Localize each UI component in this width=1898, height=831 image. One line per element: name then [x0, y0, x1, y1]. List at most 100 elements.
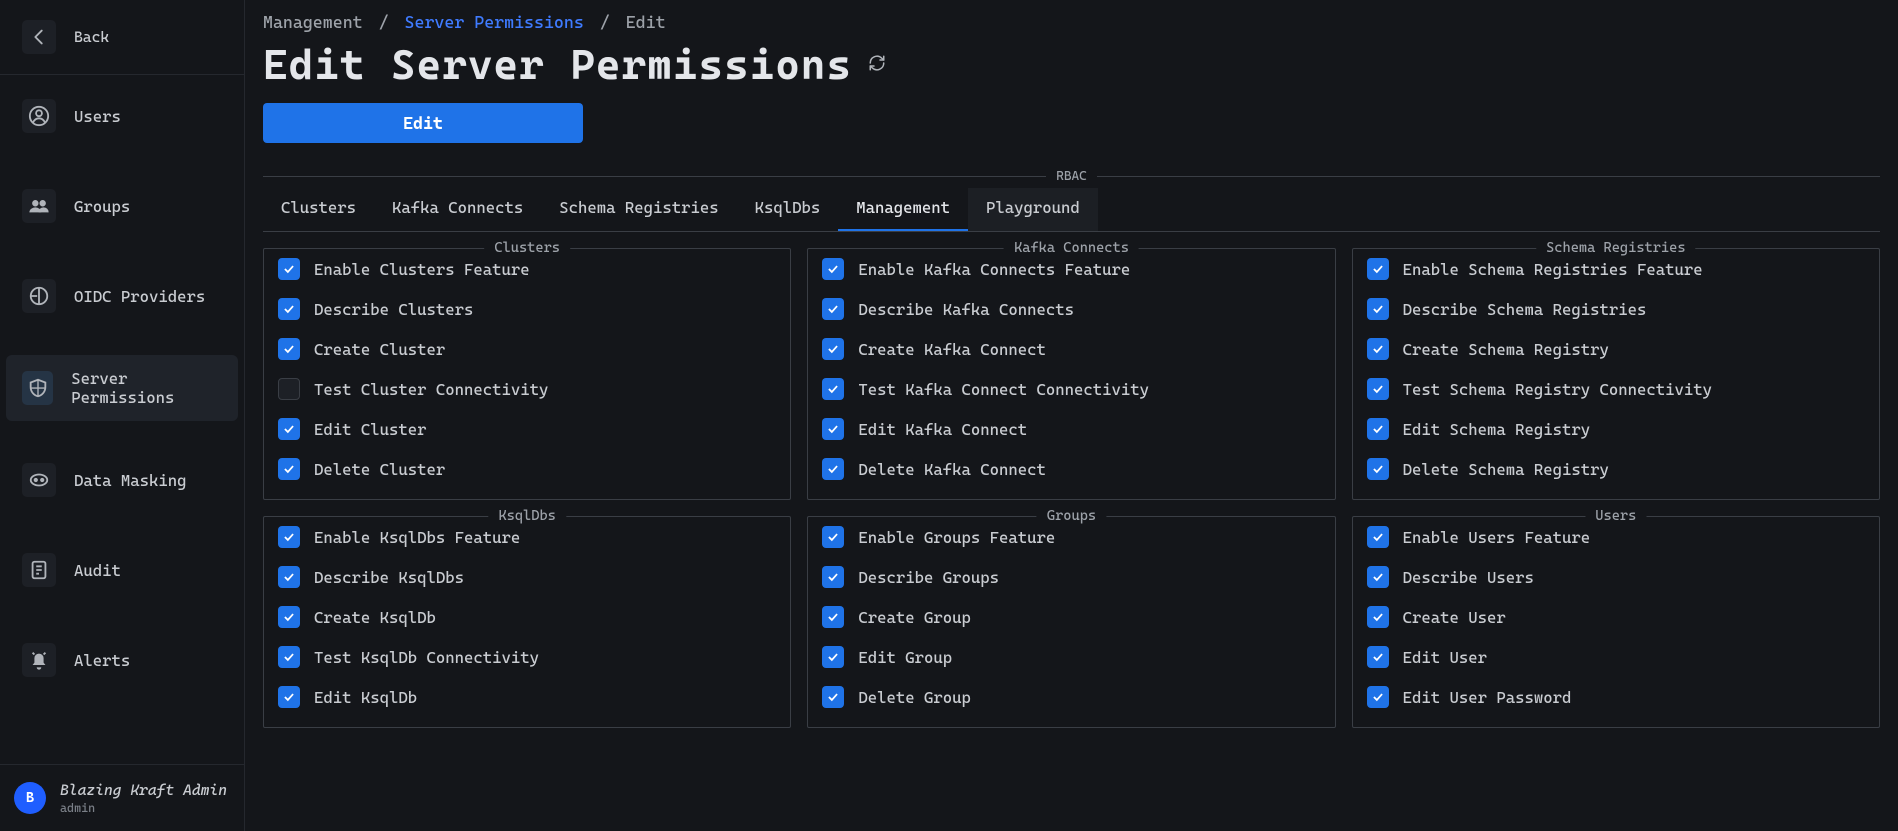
permission-group-ksqldbs: KsqlDbsEnable KsqlDbs FeatureDescribe Ks… [263, 516, 791, 728]
sidebar-item-groups[interactable]: Groups [6, 175, 238, 237]
permission-label: Edit User [1403, 648, 1487, 667]
permission-row[interactable]: Test Kafka Connect Connectivity [822, 369, 1320, 409]
permission-row[interactable]: Create Schema Registry [1367, 329, 1865, 369]
permission-label: Create Kafka Connect [858, 340, 1046, 359]
refresh-icon[interactable] [868, 54, 886, 76]
users-group-icon [22, 189, 56, 223]
checkbox[interactable] [278, 526, 300, 548]
checkbox[interactable] [822, 298, 844, 320]
checkbox[interactable] [1367, 686, 1389, 708]
checkbox[interactable] [278, 338, 300, 360]
sidebar-item-users[interactable]: Users [6, 85, 238, 147]
permission-row[interactable]: Test Cluster Connectivity [278, 369, 776, 409]
sidebar-item-alerts[interactable]: Alerts [6, 629, 238, 691]
permission-label: Enable Kafka Connects Feature [858, 260, 1130, 279]
checkbox[interactable] [1367, 418, 1389, 440]
breadcrumb-link[interactable]: Server Permissions [405, 12, 584, 32]
permission-label: Delete Cluster [314, 460, 445, 479]
checkbox[interactable] [1367, 566, 1389, 588]
permission-row[interactable]: Describe KsqlDbs [278, 557, 776, 597]
checkbox[interactable] [278, 458, 300, 480]
tab-management[interactable]: Management [838, 188, 968, 231]
permission-row[interactable]: Test Schema Registry Connectivity [1367, 369, 1865, 409]
permission-row[interactable]: Create User [1367, 597, 1865, 637]
checkbox[interactable] [278, 646, 300, 668]
back-button[interactable]: Back [0, 0, 244, 75]
sidebar-item-server-permissions[interactable]: Server Permissions [6, 355, 238, 421]
permission-label: Enable Clusters Feature [314, 260, 530, 279]
checkbox[interactable] [822, 418, 844, 440]
permission-row[interactable]: Delete Kafka Connect [822, 449, 1320, 489]
checkbox[interactable] [1367, 646, 1389, 668]
checkbox[interactable] [1367, 378, 1389, 400]
sidebar-item-oidc-providers[interactable]: OIDC Providers [6, 265, 238, 327]
permission-group-users: UsersEnable Users FeatureDescribe UsersC… [1352, 516, 1880, 728]
permission-row[interactable]: Edit Group [822, 637, 1320, 677]
checkbox[interactable] [278, 686, 300, 708]
permission-row[interactable]: Edit Cluster [278, 409, 776, 449]
permission-row[interactable]: Describe Users [1367, 557, 1865, 597]
permission-group-title: KsqlDbs [488, 508, 565, 524]
permission-row[interactable]: Test KsqlDb Connectivity [278, 637, 776, 677]
tab-schema-registries[interactable]: Schema Registries [541, 188, 736, 231]
checkbox[interactable] [278, 298, 300, 320]
breadcrumb-root[interactable]: Management [263, 12, 363, 32]
permission-row[interactable]: Describe Groups [822, 557, 1320, 597]
tab-ksqldbs[interactable]: KsqlDbs [737, 188, 839, 231]
permission-row[interactable]: Create Cluster [278, 329, 776, 369]
checkbox[interactable] [822, 686, 844, 708]
permission-label: Enable Schema Registries Feature [1403, 260, 1703, 279]
tab-kafka-connects[interactable]: Kafka Connects [374, 188, 541, 231]
permission-row[interactable]: Edit User Password [1367, 677, 1865, 717]
permission-row[interactable]: Edit Schema Registry [1367, 409, 1865, 449]
permission-group-title: Kafka Connects [1004, 240, 1139, 256]
checkbox[interactable] [822, 378, 844, 400]
permission-row[interactable]: Edit Kafka Connect [822, 409, 1320, 449]
edit-button[interactable]: Edit [263, 103, 583, 143]
checkbox[interactable] [278, 258, 300, 280]
permission-row[interactable]: Delete Group [822, 677, 1320, 717]
permission-label: Delete Schema Registry [1403, 460, 1609, 479]
permission-label: Edit Group [858, 648, 952, 667]
permission-row[interactable]: Delete Schema Registry [1367, 449, 1865, 489]
permission-row[interactable]: Create Group [822, 597, 1320, 637]
checkbox[interactable] [1367, 338, 1389, 360]
permission-group-groups: GroupsEnable Groups FeatureDescribe Grou… [807, 516, 1335, 728]
sidebar-item-label: Alerts [74, 651, 130, 670]
checkbox[interactable] [822, 606, 844, 628]
permission-row[interactable]: Edit KsqlDb [278, 677, 776, 717]
checkbox[interactable] [822, 258, 844, 280]
tab-playground[interactable]: Playground [968, 188, 1098, 231]
checkbox[interactable] [822, 566, 844, 588]
permission-row[interactable]: Delete Cluster [278, 449, 776, 489]
user-footer[interactable]: B Blazing Kraft Admin admin [0, 764, 244, 831]
checkbox[interactable] [278, 418, 300, 440]
checkbox[interactable] [822, 526, 844, 548]
permission-row[interactable]: Create KsqlDb [278, 597, 776, 637]
checkbox[interactable] [1367, 258, 1389, 280]
oidc-icon [22, 279, 56, 313]
rbac-section: RBAC [263, 169, 1880, 184]
permission-row[interactable]: Describe Kafka Connects [822, 289, 1320, 329]
checkbox[interactable] [278, 378, 300, 400]
sidebar-item-label: Audit [74, 561, 121, 580]
sidebar-item-audit[interactable]: Audit [6, 539, 238, 601]
checkbox[interactable] [1367, 458, 1389, 480]
checkbox[interactable] [1367, 526, 1389, 548]
arrow-left-icon [22, 20, 56, 54]
permission-row[interactable]: Create Kafka Connect [822, 329, 1320, 369]
checkbox[interactable] [822, 646, 844, 668]
checkbox[interactable] [822, 458, 844, 480]
checkbox[interactable] [278, 566, 300, 588]
checkbox[interactable] [1367, 298, 1389, 320]
permission-row[interactable]: Edit User [1367, 637, 1865, 677]
checkbox[interactable] [1367, 606, 1389, 628]
checkbox[interactable] [278, 606, 300, 628]
checkbox[interactable] [822, 338, 844, 360]
sidebar-item-data-masking[interactable]: Data Masking [6, 449, 238, 511]
permission-row[interactable]: Describe Clusters [278, 289, 776, 329]
tab-clusters[interactable]: Clusters [263, 188, 374, 231]
permission-label: Describe Clusters [314, 300, 473, 319]
permission-row[interactable]: Describe Schema Registries [1367, 289, 1865, 329]
permission-label: Describe Schema Registries [1403, 300, 1647, 319]
